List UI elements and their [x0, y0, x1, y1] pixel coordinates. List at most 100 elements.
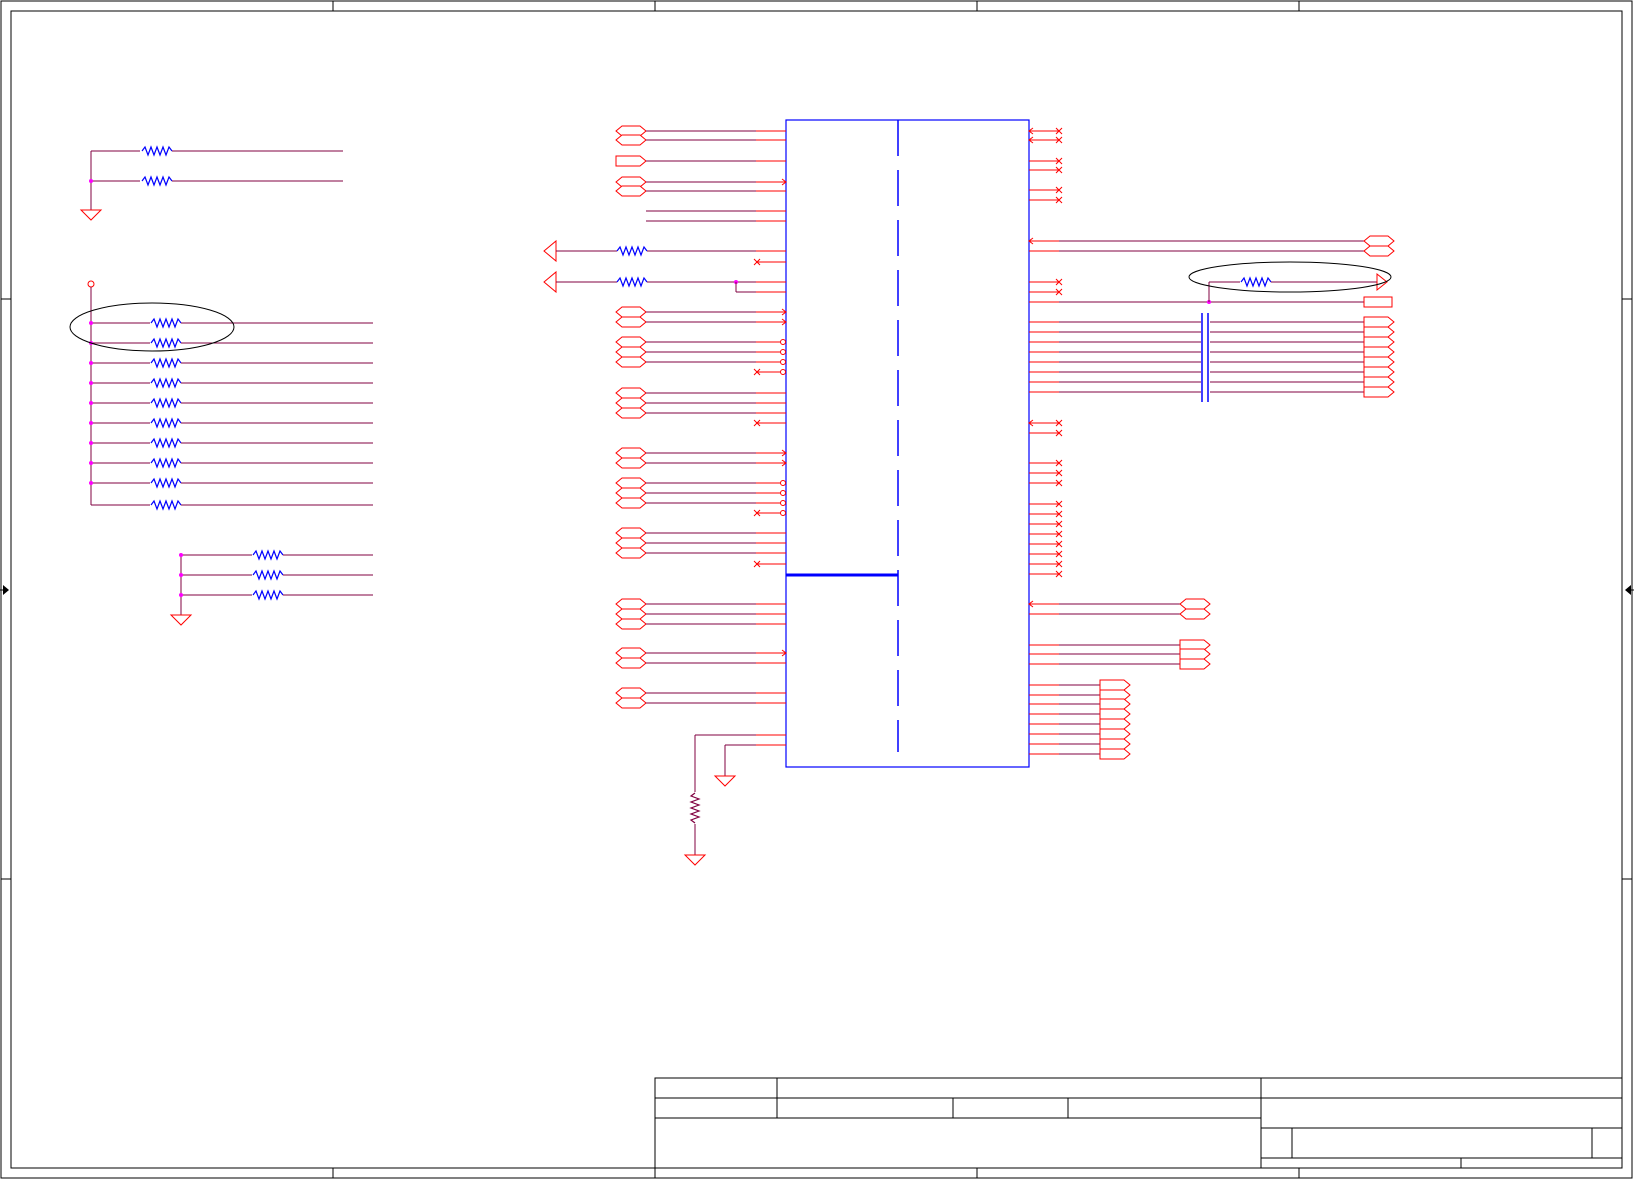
port-icon	[615, 657, 647, 669]
power-pin-icon	[87, 280, 95, 288]
junction-icon	[89, 381, 93, 385]
junction-icon	[89, 481, 93, 485]
port-icon	[1179, 648, 1211, 660]
port-icon	[615, 457, 647, 469]
resistor-icon	[689, 792, 701, 824]
port-icon	[615, 497, 647, 509]
port-icon	[1363, 245, 1395, 257]
port-icon	[1099, 728, 1131, 740]
port-icon	[1099, 718, 1131, 730]
port-icon	[615, 608, 647, 620]
port-icon	[1363, 386, 1395, 398]
port-icon	[1363, 346, 1395, 358]
ic-left-pin-wiring	[543, 125, 787, 709]
port-icon	[615, 306, 647, 318]
junction-icon	[179, 573, 183, 577]
port-icon	[543, 239, 557, 263]
ground-icon	[683, 854, 707, 866]
junction-icon	[89, 361, 93, 365]
port-icon	[615, 387, 647, 399]
pin-inversion-icon	[780, 349, 786, 355]
resistor-group-top-left	[79, 145, 343, 221]
resistor-icon	[150, 357, 182, 369]
resistor-icon	[150, 377, 182, 389]
port-icon	[615, 527, 647, 539]
junction-icon	[179, 593, 183, 597]
main-ic-symbol[interactable]	[785, 119, 1030, 768]
port-icon	[615, 185, 647, 197]
highlight-ellipse	[1188, 261, 1392, 293]
sheet-center-arrows	[0, 585, 1634, 595]
resistor-icon	[150, 417, 182, 429]
pin-inversion-icon	[780, 359, 786, 365]
port-icon	[1363, 326, 1395, 338]
port-icon	[543, 270, 557, 294]
ground-icon	[79, 209, 103, 221]
resistor-icon	[150, 397, 182, 409]
port-icon	[1363, 356, 1395, 368]
port-icon	[1179, 608, 1211, 620]
pin-inversion-icon	[780, 339, 786, 345]
port-icon	[1099, 708, 1131, 720]
port-icon	[615, 134, 647, 146]
resistor-icon	[150, 477, 182, 489]
resistor-icon	[141, 175, 173, 187]
port-icon	[615, 477, 647, 489]
resistor-icon	[141, 145, 173, 157]
pin-inversion-icon	[780, 490, 786, 496]
port-icon	[615, 687, 647, 699]
junction-icon	[89, 321, 93, 325]
junction-icon	[179, 553, 183, 557]
port-icon	[615, 697, 647, 709]
port-icon	[1099, 738, 1131, 750]
port-icon	[615, 618, 647, 630]
resistor-icon	[150, 437, 182, 449]
port-icon	[615, 647, 647, 659]
port-icon	[615, 397, 647, 409]
schematic-sheet	[0, 0, 1634, 1180]
junction-icon	[89, 441, 93, 445]
port-icon	[615, 487, 647, 499]
resistor-icon	[1240, 276, 1272, 288]
ic-bottom-wiring	[683, 734, 786, 866]
port-icon	[615, 407, 647, 419]
port-icon	[1179, 658, 1211, 670]
junction-icon	[89, 421, 93, 425]
port-icon	[615, 336, 647, 348]
port-icon	[1363, 316, 1395, 328]
port-icon	[1099, 698, 1131, 710]
port-icon	[615, 447, 647, 459]
port-icon	[615, 547, 647, 559]
port-icon	[615, 316, 647, 328]
highlight-ellipse	[69, 302, 235, 352]
resistor-icon	[252, 549, 284, 561]
resistor-icon	[150, 337, 182, 349]
sheet-frame	[0, 0, 1633, 1179]
port-icon	[615, 537, 647, 549]
port-icon	[1363, 296, 1393, 308]
port-icon	[615, 155, 647, 167]
resistor-group-lower-left	[169, 549, 373, 626]
title-block	[654, 1077, 1623, 1169]
pin-inversion-icon	[780, 510, 786, 516]
pin-inversion-icon	[780, 500, 786, 506]
resistor-icon	[616, 245, 648, 257]
port-icon	[1363, 235, 1395, 247]
resistor-icon	[150, 317, 182, 329]
port-icon	[1363, 376, 1395, 388]
port-icon	[1099, 748, 1131, 760]
resistor-icon	[616, 276, 648, 288]
resistor-icon	[150, 499, 182, 511]
ground-icon	[169, 614, 193, 626]
junction-icon	[89, 401, 93, 405]
resistor-icon	[252, 569, 284, 581]
junction-icon	[89, 461, 93, 465]
pin-inversion-icon	[780, 480, 786, 486]
port-icon	[615, 356, 647, 368]
port-icon	[615, 346, 647, 358]
ic-right-pin-wiring	[1028, 127, 1395, 760]
resistor-bank-left	[87, 280, 373, 511]
resistor-icon	[252, 589, 284, 601]
port-icon	[615, 598, 647, 610]
pin-inversion-icon	[780, 369, 786, 375]
